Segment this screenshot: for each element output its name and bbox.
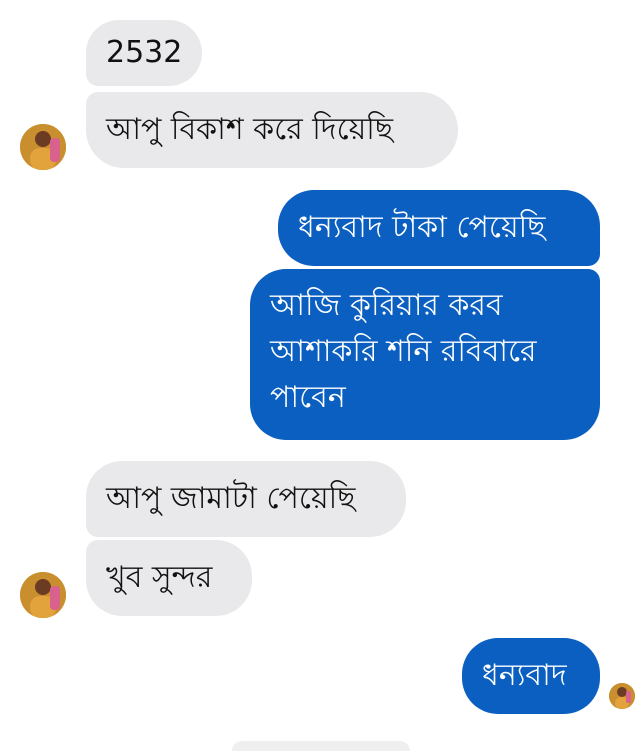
contact-avatar-icon[interactable] [20,124,66,170]
message-text: ধন্যবাদ টাকা পেয়েছি [298,210,546,245]
message-bubble-incoming[interactable]: 2532 [86,20,202,86]
message-text: আপু জামাটা পেয়েছি [106,481,356,516]
message-bubble-outgoing[interactable]: আজি কুরিয়ার করব আশাকরি শনি রবিবারে পাবে… [250,269,600,440]
message-line: আশাকরি শনি রবিবারে [270,334,537,369]
message-line: পাবেন [270,380,346,415]
message-bubble-outgoing[interactable]: ধন্যবাদ [462,638,600,714]
message-text: 2532 [106,35,183,70]
message-text: আপু বিকাশ করে দিয়েছি [106,112,394,147]
message-bubble-outgoing[interactable]: ধন্যবাদ টাকা পেয়েছি [278,190,600,266]
message-bubble-incoming[interactable]: আপু বিকাশ করে দিয়েছি [86,92,458,168]
message-line: আজি কুরিয়ার করব [270,288,503,323]
message-bubble-incoming[interactable]: খুব সুন্দর [86,540,252,616]
seen-receipt-avatar-icon [609,683,635,709]
contact-avatar-icon[interactable] [20,572,66,618]
message-bubble-incoming[interactable]: আপু জামাটা পেয়েছি [86,461,406,537]
message-text: খুব সুন্দর [106,560,213,595]
message-text: ধন্যবাদ [482,658,567,693]
